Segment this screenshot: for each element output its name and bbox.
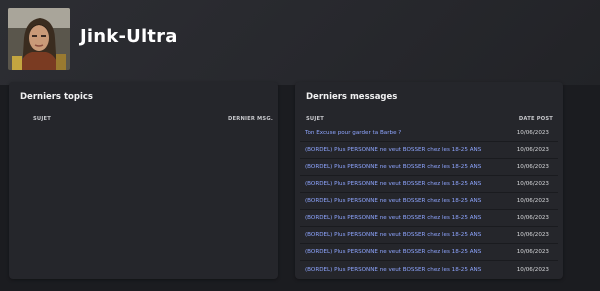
message-row: (BORDEL) Plus PERSONNE ne veut BOSSER ch… bbox=[300, 193, 558, 210]
profile-username: Jink-Ultra bbox=[80, 26, 178, 47]
message-date: 10/06/2023 bbox=[516, 215, 549, 221]
message-date: 10/06/2023 bbox=[516, 198, 549, 204]
message-link[interactable]: (BORDEL) Plus PERSONNE ne veut BOSSER ch… bbox=[305, 215, 481, 221]
message-date: 10/06/2023 bbox=[516, 181, 549, 187]
user-avatar[interactable] bbox=[8, 8, 70, 70]
message-date: 10/06/2023 bbox=[516, 249, 549, 255]
message-date: 10/06/2023 bbox=[516, 232, 549, 238]
message-link[interactable]: (BORDEL) Plus PERSONNE ne veut BOSSER ch… bbox=[305, 147, 481, 153]
message-link[interactable]: (BORDEL) Plus PERSONNE ne veut BOSSER ch… bbox=[305, 164, 481, 170]
message-row: (BORDEL) Plus PERSONNE ne veut BOSSER ch… bbox=[300, 261, 558, 278]
message-date: 10/06/2023 bbox=[516, 266, 549, 273]
message-link[interactable]: (BORDEL) Plus PERSONNE ne veut BOSSER ch… bbox=[305, 232, 481, 238]
message-row: (BORDEL) Plus PERSONNE ne veut BOSSER ch… bbox=[300, 142, 558, 159]
messages-subject-header: SUJET bbox=[306, 116, 324, 122]
topics-last-msg-header: DERNIER MSG. bbox=[228, 116, 273, 122]
message-link[interactable]: (BORDEL) Plus PERSONNE ne veut BOSSER ch… bbox=[305, 249, 481, 255]
message-date: 10/06/2023 bbox=[516, 164, 549, 170]
message-link[interactable]: (BORDEL) Plus PERSONNE ne veut BOSSER ch… bbox=[305, 267, 481, 273]
message-date: 10/06/2023 bbox=[516, 130, 549, 136]
latest-topics-title: Derniers topics bbox=[20, 92, 93, 102]
profile-header: Jink-Ultra bbox=[0, 0, 600, 85]
message-row: (BORDEL) Plus PERSONNE ne veut BOSSER ch… bbox=[300, 159, 558, 176]
message-row: (BORDEL) Plus PERSONNE ne veut BOSSER ch… bbox=[300, 244, 558, 261]
message-row: (BORDEL) Plus PERSONNE ne veut BOSSER ch… bbox=[300, 210, 558, 227]
latest-messages-title: Derniers messages bbox=[306, 92, 398, 102]
latest-topics-panel: Derniers topics SUJET DERNIER MSG. bbox=[9, 82, 278, 279]
message-row: Ton Excuse pour garder ta Barbe ? 10/06/… bbox=[300, 125, 558, 142]
messages-list: Ton Excuse pour garder ta Barbe ? 10/06/… bbox=[300, 125, 558, 278]
message-link[interactable]: (BORDEL) Plus PERSONNE ne veut BOSSER ch… bbox=[305, 181, 481, 187]
message-row: (BORDEL) Plus PERSONNE ne veut BOSSER ch… bbox=[300, 176, 558, 193]
messages-date-header: DATE POST bbox=[518, 116, 553, 122]
avatar-photo-icon bbox=[8, 8, 70, 70]
latest-messages-panel: Derniers messages SUJET DATE POST Ton Ex… bbox=[295, 82, 563, 279]
topics-subject-header: SUJET bbox=[33, 116, 51, 122]
message-date: 10/06/2023 bbox=[516, 147, 549, 153]
message-link[interactable]: (BORDEL) Plus PERSONNE ne veut BOSSER ch… bbox=[305, 198, 481, 204]
message-link[interactable]: Ton Excuse pour garder ta Barbe ? bbox=[305, 130, 401, 136]
message-row: (BORDEL) Plus PERSONNE ne veut BOSSER ch… bbox=[300, 227, 558, 244]
